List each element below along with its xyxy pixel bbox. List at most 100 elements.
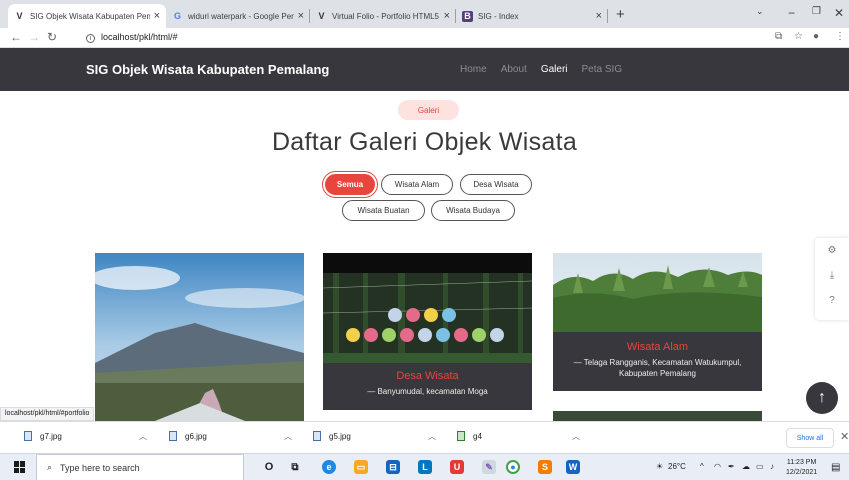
address-bar: ← → ↻ i localhost/pkl/html/# ⧉ ☆ ● ⋮ [0,28,849,48]
download-filename: g4 [473,431,482,441]
card-caption: Desa Wisata — Banyumudal, kecamatan Moga [323,363,532,410]
site-brand[interactable]: SIG Objek Wisata Kabupaten Pemalang [86,62,329,77]
close-icon[interactable]: × [154,10,160,22]
window-close-icon[interactable]: ✕ [834,6,844,20]
browser-tab-virtual-folio[interactable]: V Virtual Folio - Portfolio HTML5 Te × [310,4,456,28]
gallery-card-wisata-alam[interactable]: Wisata Alam — Telaga Rangganis, Kecamata… [553,253,762,391]
status-bar-link: localhost/pkl/html/#portfolio [0,407,95,421]
chevron-up-icon[interactable]: ︿ [572,431,580,442]
tab-title: SIG Objek Wisata Kabupaten Pem [30,11,150,21]
chevron-up-icon[interactable]: ︿ [284,431,292,442]
back-to-top-button[interactable]: ↑ [806,382,838,414]
edge-browser-icon[interactable]: e [322,460,336,474]
tab-search-chevron-icon[interactable]: ⌄ [756,6,764,17]
url-text: localhost/pkl/html/# [101,32,178,42]
network-icon[interactable]: ◠ [714,462,721,471]
close-icon[interactable]: × [444,10,450,22]
mountain-photo [95,253,304,421]
download-item[interactable]: g6.jpg [169,431,207,441]
menu-kebab-icon[interactable]: ⋮ [835,31,845,42]
tab-title: Virtual Folio - Portfolio HTML5 Te [332,11,440,21]
back-arrow-icon[interactable]: ← [10,30,22,44]
image-file-icon [457,431,465,441]
search-icon: ⌕ [47,462,53,472]
restore-icon[interactable]: ❐ [812,6,821,17]
section-pill: Galeri [398,100,459,120]
nav-link-peta-sig[interactable]: Peta SIG [582,64,623,75]
word-icon[interactable]: W [566,460,580,474]
filter-wisata-budaya-button[interactable]: Wisata Budaya [431,200,515,221]
cortana-circle-icon[interactable]: O [262,460,276,474]
download-item[interactable]: g7.jpg [24,431,62,441]
app-feather-icon[interactable]: ✎ [482,460,496,474]
minimize-icon[interactable]: − [788,6,795,20]
url-field[interactable]: i localhost/pkl/html/# [86,32,178,43]
taskbar-clock[interactable]: 11:23 PM 12/2/2021 [786,458,817,478]
browser-tab-sig-index[interactable]: B SIG - Index × [456,4,608,28]
gallery-card-partial[interactable] [553,411,762,421]
image-file-icon [313,431,321,441]
image-file-icon [24,431,32,441]
close-icon[interactable]: × [298,10,304,22]
card-description: — Banyumudal, kecamatan Moga [367,387,488,396]
info-icon[interactable]: i [86,34,95,43]
page-title: Daftar Galeri Objek Wisata [271,128,578,156]
forward-arrow-icon[interactable]: → [28,30,40,44]
filter-desa-wisata-button[interactable]: Desa Wisata [460,174,532,195]
task-view-icon[interactable]: ⧉ [288,460,302,474]
download-filename: g5.jpg [329,431,351,441]
volume-icon[interactable]: ♪ [770,462,774,471]
chevron-up-icon[interactable]: ︿ [428,431,436,442]
battery-icon[interactable]: ▭ [756,462,764,471]
filter-wisata-alam-button[interactable]: Wisata Alam [381,174,453,195]
chevron-up-icon[interactable]: ︿ [139,431,147,442]
translate-icon[interactable]: ⧉ [775,31,782,42]
file-explorer-icon[interactable]: ▭ [354,460,368,474]
app-l-icon[interactable]: L [418,460,432,474]
site-v-icon: V [318,11,325,21]
site-navbar: SIG Objek Wisata Kabupaten Pemalang Home… [0,48,849,91]
pen-icon[interactable]: ✒ [728,462,735,471]
download-item[interactable]: g4 [457,431,482,441]
card-title: Wisata Alam [626,341,689,353]
windows-taskbar: ⌕ Type here to search O ⧉ e ▭ ⊟ L U ✎ ● … [0,453,849,480]
filter-wisata-buatan-button[interactable]: Wisata Buatan [342,200,425,221]
chrome-browser-icon[interactable]: ● [506,460,520,474]
store-icon[interactable]: ⊟ [386,460,400,474]
image-file-icon [169,431,177,441]
app-u-icon[interactable]: U [450,460,464,474]
close-icon[interactable]: × [596,10,602,22]
new-tab-icon[interactable]: + [616,6,625,23]
filter-semua-button[interactable]: Semua [325,174,375,195]
bookmark-star-icon[interactable]: ☆ [794,31,803,42]
sublime-text-icon[interactable]: S [538,460,552,474]
side-tool-panel: ⚙ ⤓ ? [815,238,849,320]
browser-tab-widuri[interactable]: G widuri waterpark - Google Penel × [166,4,310,28]
bootstrap-b-icon: B [462,10,473,22]
notification-icon[interactable]: ▤ [831,462,840,473]
close-icon[interactable]: ✕ [840,430,849,443]
browser-tab-sig-objek[interactable]: V SIG Objek Wisata Kabupaten Pem × [8,4,166,28]
tray-chevron-up-icon[interactable]: ^ [700,462,704,471]
tab-separator [607,9,608,23]
nav-link-about[interactable]: About [501,64,527,75]
settings-gear-icon[interactable]: ⚙ [815,238,849,263]
weather-sun-icon[interactable]: ☀ [656,462,663,471]
gallery-card-mountain[interactable] [95,253,304,421]
download-filename: g6.jpg [185,431,207,441]
browser-tab-strip: V SIG Objek Wisata Kabupaten Pem × G wid… [0,0,849,28]
gallery-card-desa-wisata[interactable]: Desa Wisata — Banyumudal, kecamatan Moga [323,253,532,410]
temperature-text[interactable]: 26°C [668,462,686,471]
profile-icon[interactable]: ● [813,31,819,42]
nav-link-galeri[interactable]: Galeri [541,64,568,75]
taskbar-search-box[interactable]: ⌕ Type here to search [36,454,244,480]
reload-icon[interactable]: ↻ [47,30,57,44]
help-question-icon[interactable]: ? [815,288,849,313]
nav-link-home[interactable]: Home [460,64,487,75]
cloud-icon[interactable]: ☁ [742,462,750,471]
download-arrow-icon[interactable]: ⤓ [815,263,849,288]
windows-start-icon[interactable] [14,461,26,473]
clock-time: 11:23 PM [786,459,817,466]
download-item[interactable]: g5.jpg [313,431,351,441]
show-all-button[interactable]: Show all [786,428,834,448]
